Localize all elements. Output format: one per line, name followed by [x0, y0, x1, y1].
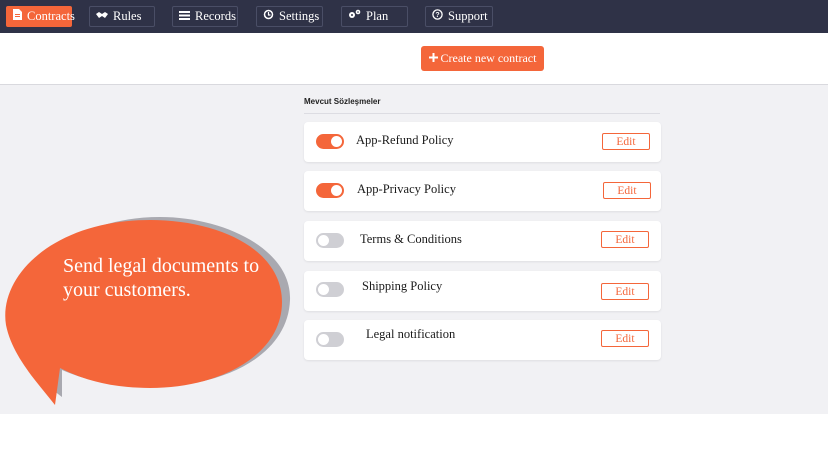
contract-card: Legal notification Edit — [304, 320, 661, 360]
svg-text:?: ? — [435, 12, 439, 19]
history-icon — [263, 9, 274, 24]
question-circle-icon: ? — [432, 9, 443, 24]
edit-button[interactable]: Edit — [601, 231, 649, 248]
contract-toggle[interactable] — [316, 282, 344, 297]
nav-records-label: Records — [195, 9, 236, 23]
toggle-knob — [318, 235, 329, 246]
contract-card: Shipping Policy Edit — [304, 271, 661, 311]
contract-card: App-Refund Policy Edit — [304, 122, 661, 162]
contract-label: App-Privacy Policy — [357, 182, 456, 196]
nav-settings-label: Settings — [279, 9, 320, 23]
nav-contracts-label: Contracts — [27, 9, 75, 23]
nav-contracts[interactable]: Contracts — [6, 6, 75, 27]
nav-records[interactable]: Records — [172, 6, 238, 27]
edit-button[interactable]: Edit — [601, 330, 649, 347]
contract-label: App-Refund Policy — [356, 133, 454, 147]
toggle-knob — [331, 136, 342, 147]
contract-label: Shipping Policy — [362, 279, 443, 293]
nav-rules[interactable]: Rules — [89, 6, 155, 27]
create-contract-button[interactable]: Create new contract — [421, 46, 544, 71]
document-icon — [13, 9, 22, 24]
edit-button[interactable]: Edit — [603, 182, 651, 199]
section-title: Mevcut Sözleşmeler — [304, 97, 381, 106]
nav-support[interactable]: ? Support — [425, 6, 493, 27]
nav-plan-label: Plan — [366, 9, 389, 23]
speech-bubble-graphic — [5, 217, 291, 405]
contract-label: Legal notification — [366, 327, 456, 341]
toggle-knob — [331, 185, 342, 196]
nav-settings[interactable]: Settings — [256, 6, 323, 27]
contract-card: App-Privacy Policy Edit — [304, 171, 661, 211]
header-band — [0, 33, 828, 85]
gears-icon — [348, 9, 361, 24]
contract-card: Terms & Conditions Edit — [304, 221, 661, 261]
section-divider — [304, 113, 660, 114]
toggle-knob — [318, 284, 329, 295]
nav-support-label: Support — [448, 9, 488, 23]
create-contract-label: Create new contract — [440, 51, 537, 65]
handshake-icon — [96, 9, 108, 24]
edit-button[interactable]: Edit — [601, 283, 649, 300]
promo-text: Send legal documents to your customers. — [63, 255, 260, 301]
nav-plan[interactable]: Plan — [341, 6, 408, 27]
nav-rules-label: Rules — [113, 9, 142, 23]
toggle-knob — [318, 334, 329, 345]
list-icon — [179, 9, 190, 24]
contract-label: Terms & Conditions — [360, 232, 462, 246]
top-navigation: Contracts Rules Records Settings Plan ? … — [0, 0, 828, 33]
plus-icon — [428, 51, 438, 66]
contract-toggle[interactable] — [316, 332, 344, 347]
contract-toggle[interactable] — [316, 183, 344, 198]
contract-toggle[interactable] — [316, 134, 344, 149]
edit-button[interactable]: Edit — [602, 133, 650, 150]
contract-toggle[interactable] — [316, 233, 344, 248]
